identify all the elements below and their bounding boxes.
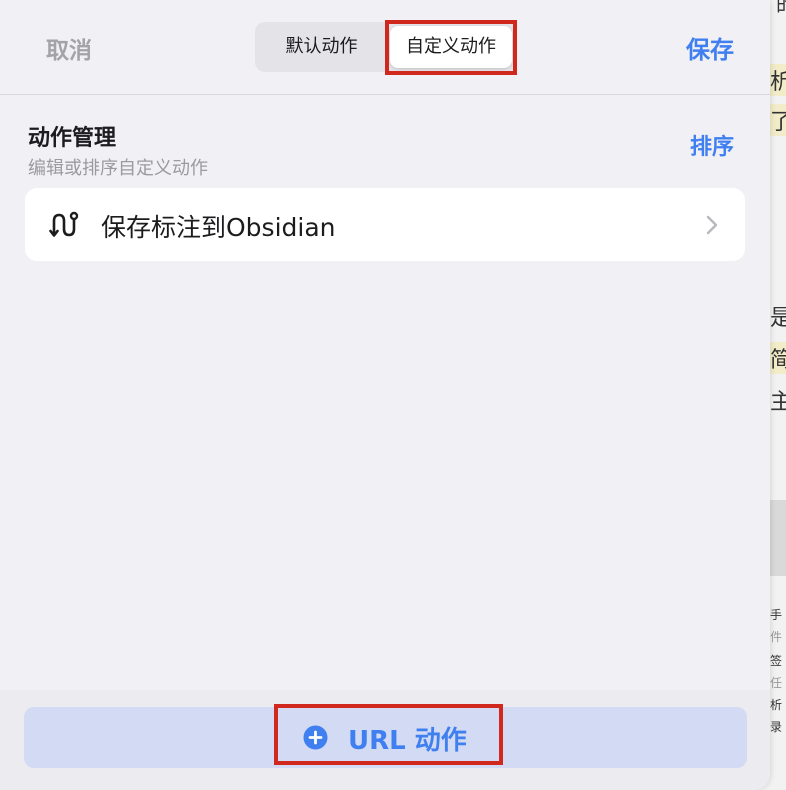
background-text: 件 (770, 630, 783, 644)
action-label: 保存标注到Obsidian (101, 213, 336, 242)
tab-custom-actions[interactable]: 自定义动作 (390, 26, 512, 68)
background-panel (768, 500, 786, 576)
background-text: 任 (770, 676, 783, 690)
sort-button[interactable]: 排序 (690, 129, 734, 161)
sheet-header: 取消 默认动作 自定义动作 保存 (0, 0, 770, 95)
section-subtitle: 编辑或排序自定义动作 (28, 158, 208, 179)
background-text: 签 (770, 654, 783, 668)
save-button[interactable]: 保存 (686, 30, 734, 65)
background-text: 析 (770, 64, 786, 96)
screen: 的 析 了 是一 简 主 手 件 签 任 析 录 取消 默认动作 自定义动作 保… (0, 0, 786, 790)
background-text: 录 (770, 720, 783, 734)
background-text: 析 (770, 698, 783, 712)
add-url-action-button[interactable]: URL 动作 (24, 707, 747, 768)
background-text: 手 (770, 608, 783, 622)
add-url-action-label: URL 动作 (348, 726, 467, 756)
background-text: 主 (770, 390, 786, 415)
custom-actions-sheet: 取消 默认动作 自定义动作 保存 动作管理 编辑或排序自定义动作 排序 保存标注… (0, 0, 770, 790)
background-text: 了 (770, 104, 786, 136)
cancel-button[interactable]: 取消 (46, 31, 92, 65)
background-text: 简 (770, 342, 786, 374)
background-text: 是一 (770, 306, 786, 331)
plus-circle-icon (303, 725, 328, 750)
section-title: 动作管理 (28, 126, 117, 151)
background-text: 的 (776, 0, 786, 17)
action-list-item[interactable]: 保存标注到Obsidian (25, 188, 745, 261)
route-icon (49, 210, 79, 240)
tab-default-actions[interactable]: 默认动作 (259, 26, 384, 68)
action-type-segmented-control: 默认动作 自定义动作 (255, 22, 517, 72)
chevron-right-icon (705, 214, 719, 236)
